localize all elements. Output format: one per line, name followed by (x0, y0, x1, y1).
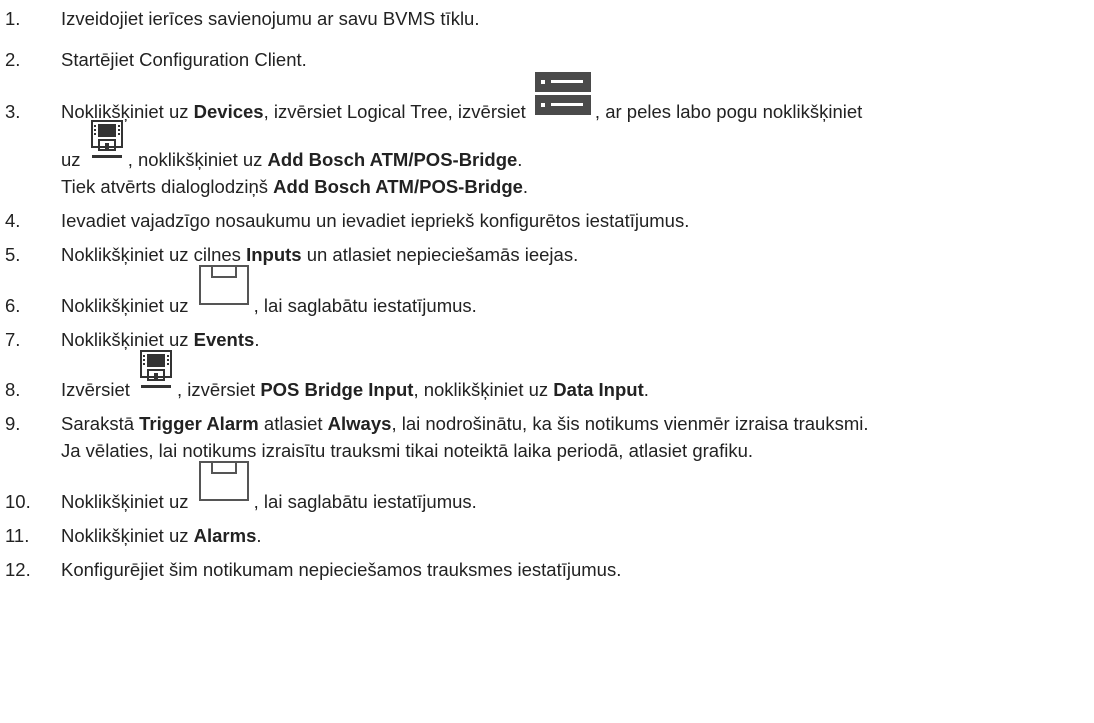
ui-term-devices: Devices (193, 101, 264, 122)
text-fragment: , lai nodrošinātu, ka šis notikums vienm… (391, 413, 869, 434)
step-number: 8. (5, 379, 21, 400)
step-number: 12. (5, 559, 31, 580)
step-text: Sarakstā Trigger Alarm atlasiet Always, … (61, 413, 869, 435)
save-icon (198, 265, 250, 318)
text-fragment: , izvērsiet (177, 379, 261, 400)
text-fragment: Izvērsiet (61, 379, 136, 400)
atm-pos-bridge-icon (139, 350, 173, 402)
step-text: Noklikšķiniet uz Events. (61, 329, 259, 351)
ui-term-data-input: Data Input (553, 379, 644, 400)
text-fragment: . (522, 176, 529, 197)
text-fragment: , lai saglabātu iestatījumus. (253, 491, 477, 512)
text-fragment: un atlasiet nepieciešamās ieejas. (301, 244, 579, 265)
atm-pos-bridge-icon (90, 120, 124, 172)
step-text: Noklikšķiniet uz , lai saglabātu iestatī… (61, 265, 477, 318)
step-number: 4. (5, 210, 21, 231)
step-text: Konfigurējiet šim notikumam nepieciešamo… (61, 559, 622, 580)
text-fragment: , izvērsiet Logical Tree, izvērsiet (263, 101, 531, 122)
step-text: Ja vēlaties, lai notikums izraisītu trau… (61, 440, 753, 461)
step-text: uz , noklikšķiniet uz Add Bosch ATM/POS-… (61, 120, 523, 172)
step-number: 5. (5, 244, 21, 265)
step-number: 6. (5, 295, 21, 316)
server-list-icon (534, 72, 591, 116)
text-fragment: , ar peles labo pogu noklikšķiniet (594, 101, 863, 122)
step-text: Tiek atvērts dialoglodziņš Add Bosch ATM… (61, 176, 528, 198)
text-fragment: uz (61, 149, 86, 170)
ui-term-alarms: Alarms (193, 525, 257, 546)
step-number: 11. (5, 525, 30, 546)
step-text: Noklikšķiniet uz , lai saglabātu iestatī… (61, 461, 477, 514)
text-fragment: . (254, 329, 260, 350)
step-text: Startējiet Configuration Client. (61, 49, 307, 70)
text-fragment: Noklikšķiniet uz (61, 491, 194, 512)
step-text: Izvērsiet , izvērsiet POS Bridge Input, … (61, 350, 649, 402)
ui-term-inputs: Inputs (246, 244, 302, 265)
step-text: Noklikšķiniet uz cilnes Inputs un atlasi… (61, 244, 578, 266)
ui-term-pos-bridge-input: POS Bridge Input (260, 379, 414, 400)
text-fragment: , noklikšķiniet uz (413, 379, 554, 400)
ui-term-events: Events (193, 329, 255, 350)
text-fragment: . (256, 525, 262, 546)
step-number: 3. (5, 101, 21, 122)
text-fragment: Noklikšķiniet uz cilnes (61, 244, 247, 265)
text-fragment: Noklikšķiniet uz (61, 101, 194, 122)
text-fragment: . (517, 149, 523, 170)
text-fragment: Sarakstā (61, 413, 140, 434)
step-text: Izveidojiet ierīces savienojumu ar savu … (61, 8, 480, 29)
step-number: 9. (5, 413, 21, 434)
text-fragment: . (643, 379, 649, 400)
step-number: 7. (5, 329, 21, 350)
text-fragment: atlasiet (258, 413, 328, 434)
text-fragment: Tiek atvērts dialoglodziņš (61, 176, 274, 197)
ui-term-add-bosch-atm-pos-bridge: Add Bosch ATM/POS-Bridge (273, 176, 523, 197)
ui-term-always: Always (327, 413, 392, 434)
ui-term-trigger-alarm: Trigger Alarm (139, 413, 259, 434)
ui-term-add-bosch-atm-pos-bridge: Add Bosch ATM/POS-Bridge (267, 149, 518, 170)
step-number: 10. (5, 491, 31, 512)
text-fragment: Noklikšķiniet uz (61, 295, 194, 316)
text-fragment: , lai saglabātu iestatījumus. (253, 295, 477, 316)
text-fragment: Noklikšķiniet uz (61, 329, 194, 350)
step-text: Ievadiet vajadzīgo nosaukumu un ievadiet… (61, 210, 690, 231)
step-text: Noklikšķiniet uz Devices, izvērsiet Logi… (61, 72, 863, 124)
step-number: 2. (5, 49, 21, 70)
step-text: Noklikšķiniet uz Alarms. (61, 525, 262, 547)
text-fragment: Noklikšķiniet uz (61, 525, 194, 546)
text-fragment: , noklikšķiniet uz (127, 149, 268, 170)
step-number: 1. (5, 8, 21, 29)
save-icon (198, 461, 250, 514)
